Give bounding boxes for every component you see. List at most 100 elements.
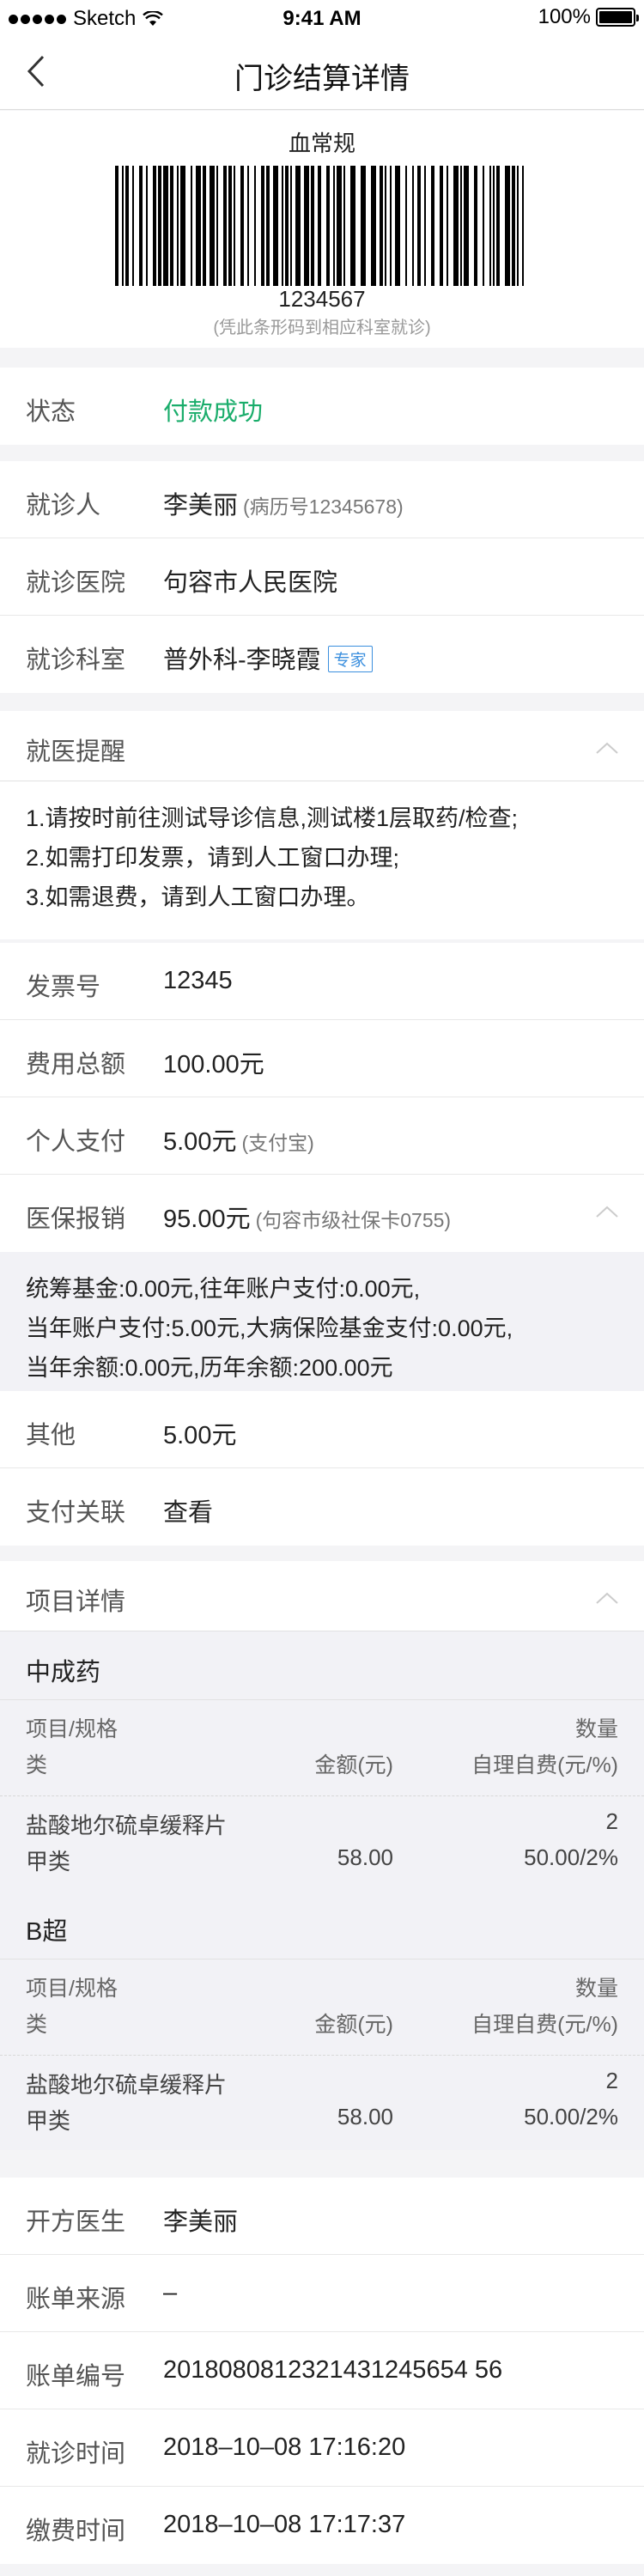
header-quantity: 数量 <box>574 1977 618 2001</box>
personal-pay-amount: 5.00元 <box>163 1128 237 1156</box>
insurance-detail-line: 当年余额:0.00元,历年余额:200.00元 <box>26 1355 393 1381</box>
patient-value: 李美丽 (病历号12345678) <box>163 485 404 521</box>
bill-card: 开方医生 李美丽 账单来源 – 账单编号 2018080812321431245… <box>0 2178 644 2564</box>
chevron-up-icon[interactable] <box>596 1592 618 1604</box>
item-class: 甲类 <box>26 1849 71 1874</box>
bill-number-value: 2018080812321431245654 56 <box>163 2356 503 2384</box>
header-amount: 金额(元) <box>314 1753 393 1777</box>
department-label: 就诊科室 <box>26 647 126 674</box>
item-quantity: 2 <box>605 1808 618 1834</box>
reminder-line: 3.如需退费，请到人工窗口办理。 <box>26 884 370 910</box>
header-amount: 金额(元) <box>314 2013 393 2037</box>
status-card: 状态 付款成功 <box>0 368 644 445</box>
group-name: B超 <box>26 1918 68 1946</box>
chevron-up-icon[interactable] <box>596 1206 618 1218</box>
header-quantity: 数量 <box>574 1717 618 1741</box>
item-quantity: 2 <box>605 2068 618 2093</box>
bill-source-value: – <box>163 2279 178 2306</box>
pay-method: (支付宝) <box>241 1132 314 1154</box>
hospital-value: 句容市人民医院 <box>163 569 338 597</box>
invoice-label: 发票号 <box>26 974 101 1001</box>
item-name: 盐酸地尔硫卓缓释片 <box>26 1813 228 1838</box>
group-header: 中成药 <box>0 1631 644 1700</box>
table-header: 项目/规格 类 金额(元) 数量 自理自费(元/%) <box>0 1959 644 2056</box>
insurance-card: (句容市级社保卡0755) <box>255 1209 452 1231</box>
record-number: (病历号12345678) <box>243 495 404 518</box>
other-value: 5.00元 <box>163 1422 237 1449</box>
payment-link-row[interactable]: 支付关联 查看 <box>0 1468 644 1546</box>
personal-pay-row: 个人支付 5.00元 (支付宝) <box>0 1097 644 1175</box>
insurance-breakdown: 统筹基金:0.00元,往年账户支付:0.00元, 当年账户支付:5.00元,大病… <box>0 1252 644 1391</box>
barcode-image <box>115 166 524 286</box>
items-title: 项目详情 <box>26 1589 126 1616</box>
barcode-card: 血常规 1234567 (凭此条形码到相应科室就诊) <box>0 111 644 348</box>
nav-bar: 门诊结算详情 <box>0 34 644 110</box>
status-bar: Sketch 9:41 AM 100% <box>0 0 644 34</box>
battery-area: 100% <box>538 5 639 29</box>
patient-card: 就诊人 李美丽 (病历号12345678) 就诊医院 句容市人民医院 就诊科室 普… <box>0 461 644 693</box>
payment-link-label: 支付关联 <box>26 1499 126 1527</box>
insurance-row[interactable]: 医保报销 95.00元 (句容市级社保卡0755) <box>0 1175 644 1252</box>
item-class: 甲类 <box>26 2108 71 2134</box>
chevron-up-icon[interactable] <box>596 742 618 754</box>
header-item: 项目/规格 <box>26 1717 118 1741</box>
insurance-value: 95.00元 (句容市级社保卡0755) <box>163 1199 451 1235</box>
items-header[interactable]: 项目详情 <box>0 1561 644 1631</box>
battery-icon <box>596 8 639 27</box>
group-name: 中成药 <box>26 1659 101 1686</box>
doctor-label: 开方医生 <box>26 2208 126 2236</box>
group-header: B超 <box>0 1891 644 1959</box>
reminder-card: 就医提醒 1.请按时前往测试导诊信息,测试楼1层取药/检查; 2.如需打印发票，… <box>0 711 644 939</box>
item-self-pay: 50.00/2% <box>524 1844 618 1870</box>
other-card: 其他 5.00元 支付关联 查看 <box>0 1391 644 1546</box>
hospital-label: 就诊医院 <box>26 569 126 597</box>
reminder-line: 2.如需打印发票，请到人工窗口办理; <box>26 845 400 871</box>
insurance-amount: 95.00元 <box>163 1206 251 1233</box>
status-label: 状态 <box>26 398 76 426</box>
total-row: 费用总额 100.00元 <box>0 1020 644 1097</box>
other-label: 其他 <box>26 1422 76 1449</box>
visit-time-value: 2018–10–08 17:16:20 <box>163 2433 406 2461</box>
view-link[interactable]: 查看 <box>163 1492 213 1528</box>
header-self-pay: 自理自费(元/%) <box>471 2013 618 2037</box>
expert-badge: 专家 <box>327 646 373 672</box>
invoice-value: 12345 <box>163 967 233 994</box>
status-value: 付款成功 <box>163 398 264 426</box>
table-row: 盐酸地尔硫卓缓释片 甲类 58.00 2 50.00/2% <box>0 1796 644 1891</box>
insurance-detail-line: 当年账户支付:5.00元,大病保险基金支付:0.00元, <box>26 1315 513 1341</box>
reminder-text: 1.请按时前往测试导诊信息,测试楼1层取药/检查; 2.如需打印发票，请到人工窗… <box>0 781 644 939</box>
item-name: 盐酸地尔硫卓缓释片 <box>26 2072 228 2098</box>
patient-row: 就诊人 李美丽 (病历号12345678) <box>0 461 644 538</box>
department-row: 就诊科室 普外科-李晓霞 专家 <box>0 616 644 693</box>
barcode-label: 血常规 <box>288 131 355 156</box>
item-amount: 58.00 <box>337 2104 393 2129</box>
hospital-row: 就诊医院 句容市人民医院 <box>0 538 644 616</box>
header-class: 类 <box>26 1753 48 1777</box>
items-card: 项目详情 中成药 项目/规格 类 金额(元) 数量 自理自费(元/%) 盐酸地尔… <box>0 1561 644 2150</box>
invoice-card: 发票号 12345 费用总额 100.00元 个人支付 5.00元 (支付宝) 医… <box>0 943 644 1252</box>
item-amount: 58.00 <box>337 1844 393 1870</box>
patient-name: 李美丽 <box>163 492 239 519</box>
bill-number-label: 账单编号 <box>26 2363 126 2391</box>
bill-source-label: 账单来源 <box>26 2286 126 2313</box>
barcode-number: 1234567 <box>278 286 366 312</box>
personal-pay-value: 5.00元 (支付宝) <box>163 1121 314 1157</box>
header-self-pay: 自理自费(元/%) <box>471 1753 618 1777</box>
total-label: 费用总额 <box>26 1051 126 1078</box>
table-row: 盐酸地尔硫卓缓释片 甲类 58.00 2 50.00/2% <box>0 2056 644 2150</box>
reminder-header[interactable]: 就医提醒 <box>0 711 644 781</box>
payment-time-value: 2018–10–08 17:17:37 <box>163 2511 406 2538</box>
patient-label: 就诊人 <box>26 492 101 519</box>
reminder-line: 1.请按时前往测试导诊信息,测试楼1层取药/检查; <box>26 805 519 831</box>
payment-time-row: 缴费时间 2018–10–08 17:17:37 <box>0 2487 644 2564</box>
insurance-detail-line: 统筹基金:0.00元,往年账户支付:0.00元, <box>26 1276 421 1302</box>
insurance-label: 医保报销 <box>26 1206 126 1233</box>
status-row: 状态 付款成功 <box>0 368 644 445</box>
bill-number-row: 账单编号 2018080812321431245654 56 <box>0 2332 644 2409</box>
department-name: 普外科-李晓霞 <box>163 647 321 674</box>
reminder-title: 就医提醒 <box>26 738 126 766</box>
personal-pay-label: 个人支付 <box>26 1128 126 1156</box>
header-item: 项目/规格 <box>26 1977 118 2001</box>
bill-source-row: 账单来源 – <box>0 2255 644 2332</box>
total-value: 100.00元 <box>163 1051 264 1078</box>
